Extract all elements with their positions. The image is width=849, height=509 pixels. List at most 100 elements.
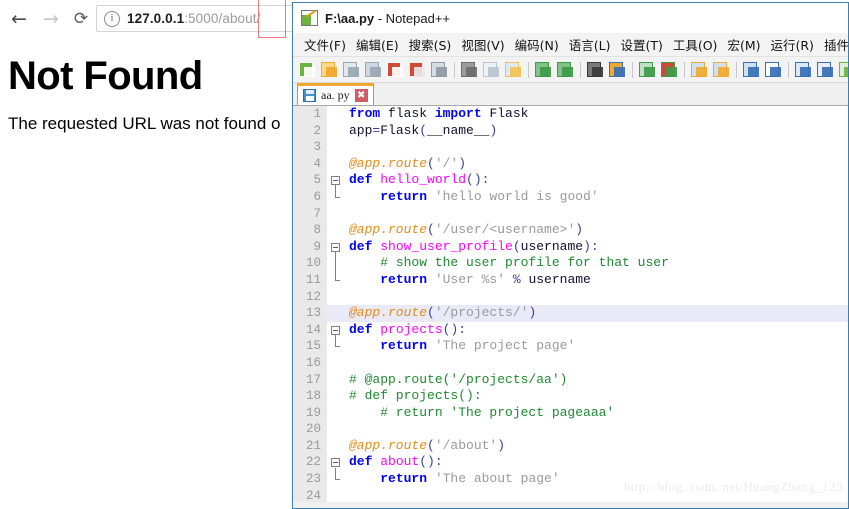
- user-define-dlg-icon[interactable]: [815, 60, 836, 80]
- replace-icon[interactable]: [607, 60, 628, 80]
- code-line[interactable]: 5 def hello_world():: [293, 172, 848, 189]
- sync-scroll-h-icon[interactable]: [711, 60, 732, 80]
- code-line[interactable]: 6 return 'hello world is good': [293, 189, 848, 206]
- code-line[interactable]: 19 # return 'The project pageaaa': [293, 405, 848, 422]
- open-file-icon[interactable]: [319, 60, 340, 80]
- page-title: Not Found: [8, 54, 203, 98]
- code-line[interactable]: 3: [293, 139, 848, 156]
- fold-collapse-icon[interactable]: [331, 242, 340, 252]
- code-editor[interactable]: 1 from flask import Flask 2 app=Flask(__nam…: [293, 106, 848, 502]
- code-line[interactable]: 14 def projects():: [293, 322, 848, 339]
- code-token: def: [349, 238, 381, 254]
- code-line[interactable]: 1 from flask import Flask: [293, 106, 848, 123]
- show-all-chars-icon[interactable]: [763, 60, 784, 80]
- code-line-text: from flask import Flask: [349, 106, 528, 123]
- code-token: '/about': [434, 437, 498, 453]
- code-line-text: return 'User %s' % username: [349, 272, 591, 289]
- find-icon[interactable]: [585, 60, 606, 80]
- code-line-text: # return 'The project pageaaa': [349, 405, 614, 422]
- code-line[interactable]: 13 @app.route('/projects/'): [293, 305, 848, 322]
- code-line-text: def about():: [349, 454, 443, 471]
- menu-item-2[interactable]: 搜索(S): [404, 33, 457, 56]
- code-token: (: [427, 437, 435, 453]
- code-line[interactable]: 8 @app.route('/user/<username>'): [293, 222, 848, 239]
- paste-icon[interactable]: [503, 60, 524, 80]
- close-all-icon[interactable]: [407, 60, 428, 80]
- zoom-out-icon[interactable]: [659, 60, 680, 80]
- code-line[interactable]: 10 # show the user profile for that user: [293, 255, 848, 272]
- menu-item-0[interactable]: 文件(F): [299, 33, 351, 56]
- doc-map-icon[interactable]: [837, 60, 848, 80]
- redo-icon[interactable]: [555, 60, 576, 80]
- code-token: __name__: [427, 122, 490, 138]
- line-number: 20: [305, 422, 321, 437]
- word-wrap-icon[interactable]: [741, 60, 762, 80]
- code-line[interactable]: 11 return 'User %s' % username: [293, 272, 848, 289]
- address-bar-text: 127.0.0.1:5000/about/: [127, 11, 260, 26]
- notepadpp-toolbar[interactable]: [293, 57, 848, 83]
- menu-item-1[interactable]: 编辑(E): [351, 33, 404, 56]
- code-line[interactable]: 15 return 'The project page': [293, 338, 848, 355]
- document-tab-aa-py[interactable]: aa. py ✖: [297, 83, 374, 105]
- info-circle-icon[interactable]: i: [104, 10, 120, 27]
- sync-scroll-v-icon[interactable]: [689, 60, 710, 80]
- toolbar-separator: [629, 61, 636, 79]
- code-line[interactable]: 16: [293, 355, 848, 372]
- fold-connector: [335, 251, 336, 280]
- save-icon[interactable]: [341, 60, 362, 80]
- menu-item-9[interactable]: 运行(R): [765, 33, 818, 56]
- line-number: 7: [313, 206, 321, 221]
- code-line[interactable]: 9 def show_user_profile(username):: [293, 239, 848, 256]
- code-line[interactable]: 12: [293, 289, 848, 306]
- code-line[interactable]: 20: [293, 421, 848, 438]
- code-token: def: [349, 454, 381, 470]
- menu-item-8[interactable]: 宏(M): [722, 33, 765, 56]
- menu-item-4[interactable]: 编码(N): [510, 33, 564, 56]
- line-number: 12: [305, 289, 321, 304]
- code-token: about: [380, 454, 420, 470]
- back-arrow-icon[interactable]: ←: [6, 6, 32, 32]
- line-number: 17: [305, 372, 321, 387]
- menu-item-5[interactable]: 语言(L): [564, 33, 616, 56]
- new-file-icon[interactable]: [297, 60, 318, 80]
- forward-arrow-icon[interactable]: →: [38, 6, 64, 32]
- save-all-icon[interactable]: [363, 60, 384, 80]
- copy-icon[interactable]: [481, 60, 502, 80]
- code-token: # show the user profile for that user: [380, 255, 669, 271]
- code-token: def: [349, 321, 381, 337]
- notepadpp-titlebar: F:\aa.py - Notepad++: [293, 3, 848, 33]
- close-tab-icon[interactable]: ✖: [354, 89, 368, 102]
- reload-icon[interactable]: ⟳: [68, 6, 94, 32]
- code-token: (: [427, 155, 435, 171]
- code-token: ():: [466, 172, 490, 188]
- indent-guide-icon[interactable]: [793, 60, 814, 80]
- notepadpp-tabbar[interactable]: aa. py ✖: [293, 83, 848, 106]
- code-line[interactable]: 4 @app.route('/'): [293, 156, 848, 173]
- line-number: 8: [313, 223, 321, 238]
- code-line[interactable]: 22 def about():: [293, 454, 848, 471]
- fold-collapse-icon[interactable]: [331, 458, 340, 468]
- notepadpp-menubar[interactable]: 文件(F) 编辑(E) 搜索(S) 视图(V) 编码(N) 语言(L) 设置(T) 工具(O)…: [293, 33, 848, 57]
- line-number: 10: [305, 256, 321, 271]
- code-line[interactable]: 17 # @app.route('/projects/aa'): [293, 372, 848, 389]
- menu-item-6[interactable]: 设置(T): [615, 33, 667, 56]
- code-token: hello_world: [380, 172, 467, 188]
- cut-icon[interactable]: [459, 60, 480, 80]
- menu-item-10[interactable]: 插件(P): [819, 33, 848, 56]
- toolbar-separator: [451, 61, 458, 79]
- code-line[interactable]: 18 # def projects():: [293, 388, 848, 405]
- code-token: ():: [419, 454, 443, 470]
- code-line[interactable]: 2 app=Flask(__name__): [293, 123, 848, 140]
- menu-item-3[interactable]: 视图(V): [456, 33, 509, 56]
- menu-item-7[interactable]: 工具(O): [668, 33, 723, 56]
- fold-collapse-icon[interactable]: [331, 325, 340, 335]
- close-file-icon[interactable]: [385, 60, 406, 80]
- undo-icon[interactable]: [533, 60, 554, 80]
- print-icon[interactable]: [429, 60, 450, 80]
- code-line[interactable]: 21 @app.route('/about'): [293, 438, 848, 455]
- code-line[interactable]: 7: [293, 206, 848, 223]
- zoom-in-icon[interactable]: [637, 60, 658, 80]
- code-text-area[interactable]: 1 from flask import Flask 2 app=Flask(__nam…: [293, 106, 848, 502]
- fold-collapse-icon[interactable]: [331, 176, 340, 186]
